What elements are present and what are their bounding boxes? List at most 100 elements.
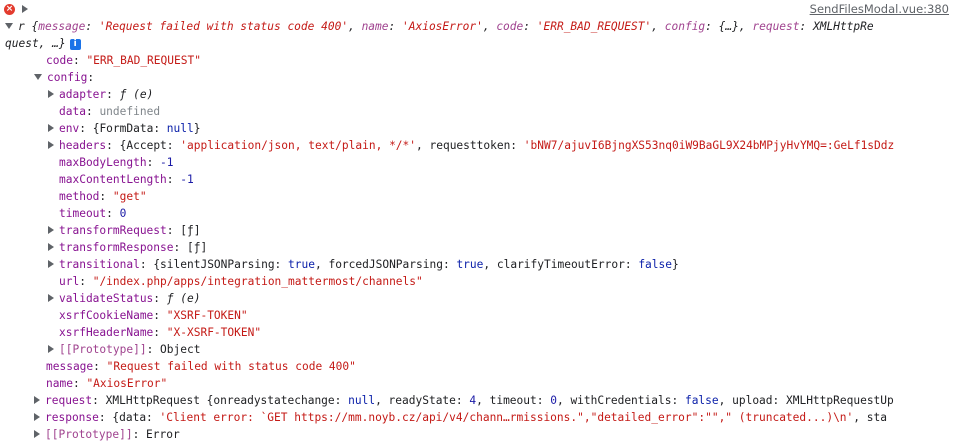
prop-key: adapter <box>59 88 107 101</box>
prop-key: data <box>59 105 86 118</box>
prop-key: url <box>59 275 80 288</box>
prop-value: "Request failed with status code 400" <box>106 360 356 373</box>
prop-value: } <box>193 122 201 135</box>
prop-value: 0 <box>119 207 127 220</box>
prop-key: [[Prototype]] <box>45 428 133 441</box>
expand-arrow-icon[interactable] <box>48 124 54 132</box>
prop-transformrequest[interactable]: transformRequest: [ƒ] <box>48 222 966 239</box>
prop-value: {Accept: <box>119 139 181 152</box>
prop-value: , upload: XMLHttpRequestUp <box>718 394 894 407</box>
expand-arrow-icon[interactable] <box>48 345 54 353</box>
prop-config-prototype[interactable]: [[Prototype]]: Object <box>48 341 966 358</box>
prop-key: validateStatus <box>59 292 154 305</box>
prop-name: name: "AxiosError" <box>46 377 168 390</box>
prop-value: [ƒ] <box>180 224 201 237</box>
prop-key: [[Prototype]] <box>59 343 147 356</box>
summary-value: 'Request failed with status code 400' <box>98 20 349 33</box>
prop-transitional[interactable]: transitional: {silentJSONParsing: true, … <box>48 256 966 273</box>
prop-value: 'application/json, text/plain, */*' <box>180 139 417 152</box>
prop-value: , timeout: <box>476 394 551 407</box>
prop-value: false <box>638 258 672 271</box>
summary-key: config <box>664 20 706 33</box>
error-summary-line2: quest, …} i <box>5 35 966 52</box>
summary-value: 'ERR_BAD_REQUEST' <box>536 20 652 33</box>
prop-key: response <box>45 411 99 424</box>
summary-prefix: r { <box>18 20 39 33</box>
prop-value: {silentJSONParsing: <box>153 258 289 271</box>
prop-value: Error <box>146 428 180 441</box>
prop-transformresponse[interactable]: transformResponse: [ƒ] <box>48 239 966 256</box>
prop-value: null <box>348 394 376 407</box>
prop-value: , clarifyTimeoutError: <box>483 258 639 271</box>
prop-adapter[interactable]: adapter: ƒ (e) <box>48 86 966 103</box>
summary-value: 'AxiosError' <box>402 20 483 33</box>
summary-value: XMLHttpRe <box>813 20 874 33</box>
prop-key: transformRequest <box>59 224 167 237</box>
prop-value: 'Client error: `GET https://mm.noyb.cz/a… <box>159 411 854 424</box>
expand-arrow-icon[interactable] <box>34 396 40 404</box>
prop-value: {data: <box>112 411 160 424</box>
expand-arrow-icon[interactable] <box>34 430 40 438</box>
prop-key: timeout <box>59 207 107 220</box>
prop-response[interactable]: response: {data: 'Client error: `GET htt… <box>34 409 966 426</box>
prop-key: env <box>59 122 80 135</box>
prop-config[interactable]: config: <box>34 69 966 86</box>
prop-data: data: undefined <box>59 105 161 118</box>
prop-value: } <box>672 258 679 271</box>
expand-arrow-icon[interactable] <box>48 141 54 149</box>
prop-value: , readyState: <box>375 394 470 407</box>
prop-value: -1 <box>160 156 174 169</box>
info-icon[interactable]: i <box>69 38 81 50</box>
expand-arrow-icon[interactable] <box>48 294 54 302</box>
prop-value: Object <box>160 343 201 356</box>
prop-value: ƒ (e) <box>166 292 201 305</box>
expand-arrow-icon[interactable] <box>48 243 54 251</box>
expand-arrow-icon[interactable] <box>22 5 28 13</box>
prop-value: {FormData: <box>92 122 167 135</box>
prop-root-prototype[interactable]: [[Prototype]]: Error <box>34 426 966 443</box>
expand-arrow-icon[interactable] <box>34 413 40 421</box>
prop-value: , withCredentials: <box>556 394 685 407</box>
prop-env[interactable]: env: {FormData: null} <box>48 120 966 137</box>
prop-validatestatus[interactable]: validateStatus: ƒ (e) <box>48 290 966 307</box>
prop-maxcontentlength: maxContentLength: -1 <box>59 173 194 186</box>
prop-key: request <box>45 394 93 407</box>
prop-value: "X-XSRF-TOKEN" <box>166 326 262 339</box>
prop-request[interactable]: request: XMLHttpRequest {onreadystatecha… <box>34 392 966 409</box>
prop-key: maxContentLength <box>59 173 167 186</box>
prop-value: false <box>684 394 719 407</box>
expand-arrow-icon[interactable] <box>48 226 54 234</box>
summary-key: request <box>752 20 800 33</box>
prop-timeout: timeout: 0 <box>59 207 127 220</box>
prop-key: transitional <box>59 258 140 271</box>
prop-key: xsrfHeaderName <box>59 326 154 339</box>
summary-key: message <box>38 20 86 33</box>
prop-value: "ERR_BAD_REQUEST" <box>86 54 201 67</box>
source-link[interactable]: SendFilesModal.vue:380 <box>810 2 949 16</box>
prop-headers[interactable]: headers: {Accept: 'application/json, tex… <box>48 137 966 154</box>
prop-key: headers <box>59 139 107 152</box>
summary-key: name <box>361 20 389 33</box>
collapse-arrow-icon[interactable] <box>5 23 13 29</box>
prop-value: 'bNW7/ajuvI6BjngXS53nq0iW9BaGL9X24bMPjyH… <box>523 139 895 152</box>
prop-xsrfcookiename: xsrfCookieName: "XSRF-TOKEN" <box>59 309 248 322</box>
prop-value: ƒ (e) <box>119 88 154 101</box>
collapse-arrow-icon[interactable] <box>34 74 42 80</box>
expand-arrow-icon[interactable] <box>48 90 54 98</box>
prop-key: code <box>46 54 73 67</box>
summary-value: {…} <box>718 20 739 33</box>
expand-arrow-icon[interactable] <box>48 260 54 268</box>
prop-message: message: "Request failed with status cod… <box>46 360 356 373</box>
prop-key: maxBodyLength <box>59 156 147 169</box>
summary-key: code <box>496 20 524 33</box>
error-summary-header[interactable]: r {message: 'Request failed with status … <box>5 18 966 35</box>
prop-value: XMLHttpRequest {onreadystatechange: <box>105 394 349 407</box>
prop-value: , requesttoken: <box>416 139 524 152</box>
prop-value: "/index.php/apps/integration_mattermost/… <box>92 275 423 288</box>
prop-maxbodylength: maxBodyLength: -1 <box>59 156 174 169</box>
prop-xsrfheadername: xsrfHeaderName: "X-XSRF-TOKEN" <box>59 326 262 339</box>
prop-url: url: "/index.php/apps/integration_matter… <box>59 275 423 288</box>
summary-continuation: quest, …} <box>5 37 66 50</box>
prop-value: "AxiosError" <box>86 377 168 390</box>
prop-value: , sta <box>853 411 887 424</box>
